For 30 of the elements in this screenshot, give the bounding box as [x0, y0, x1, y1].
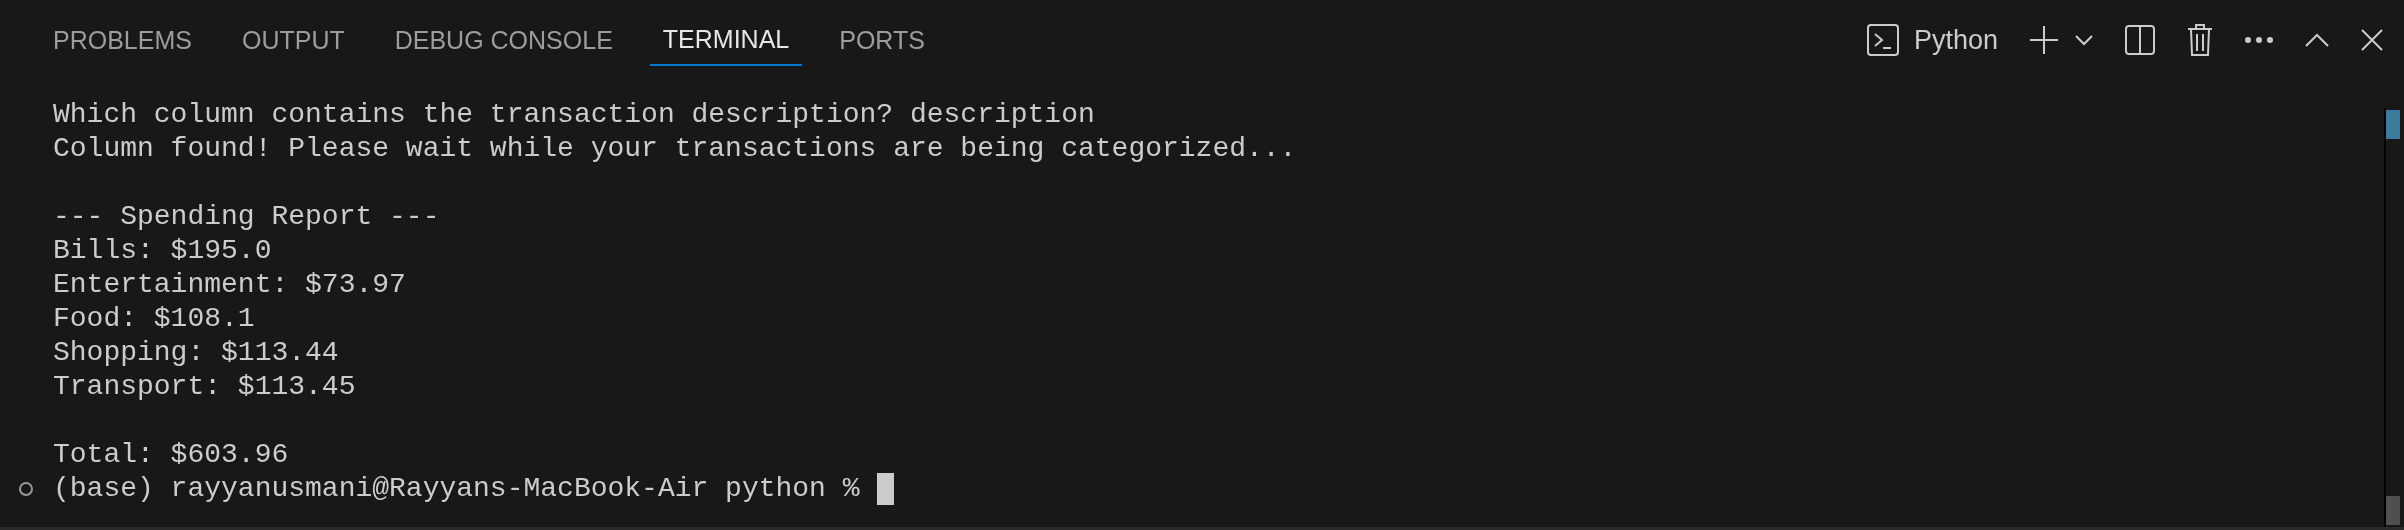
- terminal-profile-button[interactable]: Python: [1865, 23, 1998, 57]
- close-icon[interactable]: [2360, 28, 2384, 52]
- chevron-down-icon[interactable]: [2074, 34, 2094, 46]
- terminal-output-line: Transport: $113.45: [52, 370, 357, 404]
- terminal-output-line: Shopping: $113.44: [52, 336, 340, 370]
- scrollbar[interactable]: [2384, 108, 2400, 527]
- terminal-icon: [1865, 23, 1900, 57]
- terminal-output-line: --- Spending Report ---: [52, 200, 441, 234]
- terminal-output-line: Which column contains the transaction description? description: [52, 98, 1096, 132]
- panel-tab[interactable]: PORTS: [826, 0, 938, 80]
- plus-icon[interactable]: [2028, 24, 2060, 56]
- split-icon[interactable]: [2124, 24, 2156, 56]
- chevron-up-icon[interactable]: [2304, 32, 2330, 48]
- panel-tab[interactable]: DEBUG CONSOLE: [381, 0, 626, 80]
- scroll-thumb[interactable]: [2386, 110, 2400, 139]
- overview-marker: [2386, 496, 2400, 525]
- more-icon[interactable]: [2244, 36, 2274, 44]
- status-circle-icon: [18, 481, 34, 497]
- terminal-output-line: Total: $603.96: [52, 438, 290, 472]
- panel-tab[interactable]: TERMINAL: [649, 0, 803, 66]
- terminal-output-line: Food: $108.1: [52, 302, 256, 336]
- shell-prompt: (base) rayyanusmani@Rayyans-MacBook-Air python %: [53, 472, 860, 506]
- profile-name: Python: [1913, 24, 1998, 56]
- trash-icon[interactable]: [2186, 23, 2214, 57]
- panel-tab[interactable]: PROBLEMS: [40, 0, 205, 80]
- text-cursor: [876, 473, 894, 505]
- panel-tab[interactable]: OUTPUT: [228, 0, 358, 80]
- terminal-output-line: Entertainment: $73.97: [52, 268, 407, 302]
- terminal-output-line: Bills: $195.0: [52, 234, 273, 268]
- terminal-output-line: Column found! Please wait while your transactions are being categorized...: [52, 132, 1298, 166]
